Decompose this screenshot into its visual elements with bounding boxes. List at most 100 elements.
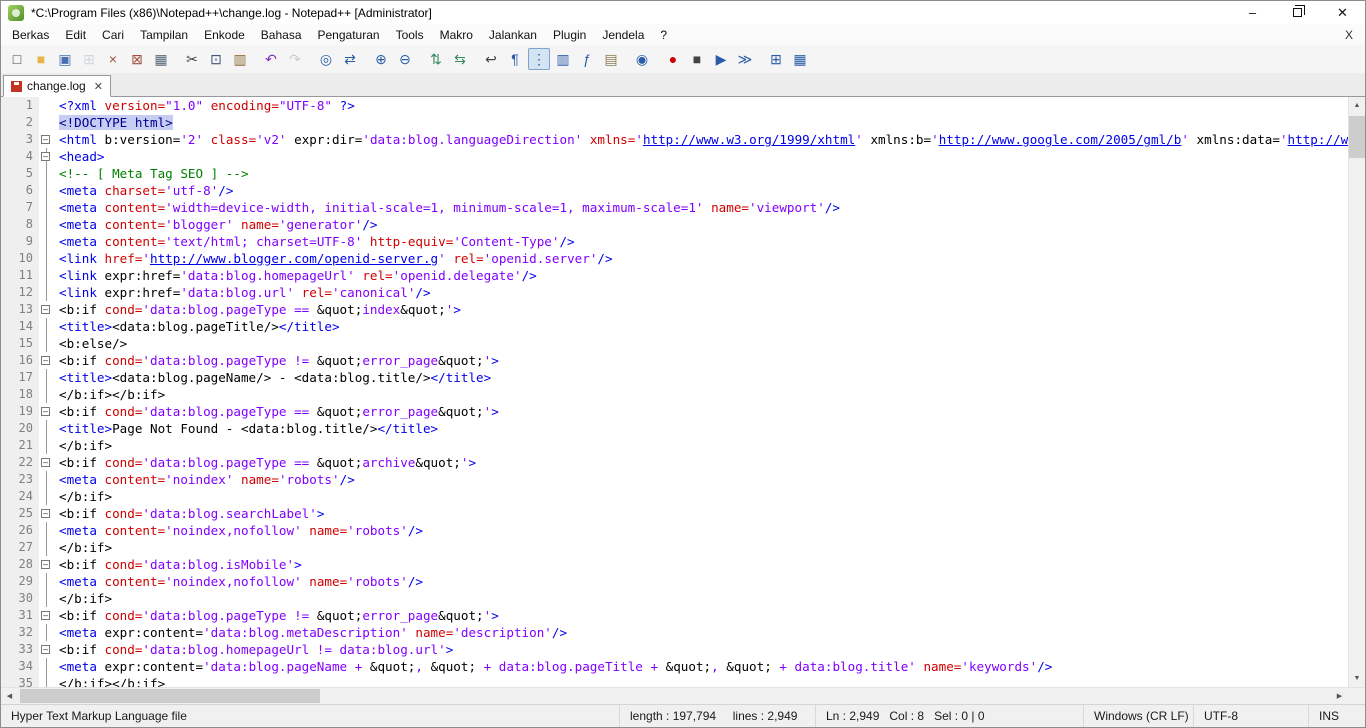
menu-?[interactable]: ? — [652, 26, 675, 44]
line-number: 14 — [18, 319, 33, 333]
tab-close-icon[interactable]: ✕ — [94, 80, 103, 93]
menu-tampilan[interactable]: Tampilan — [132, 26, 196, 44]
vertical-scroll-thumb[interactable] — [1349, 116, 1365, 158]
menu-tools[interactable]: Tools — [388, 26, 432, 44]
close-all-icon[interactable]: ⊠ — [126, 48, 148, 70]
code-line: </b:if></b:if> — [59, 387, 166, 402]
horizontal-scroll-thumb[interactable] — [20, 689, 320, 703]
horizontal-scroll-track[interactable] — [18, 688, 1331, 704]
fold-margin-cell — [39, 97, 54, 114]
minimize-button[interactable]: – — [1230, 1, 1275, 24]
toolbar-separator — [252, 48, 259, 70]
macro-stop-icon[interactable]: ■ — [686, 48, 708, 70]
url-link[interactable]: http://www.w3.org/1999/xhtml — [643, 132, 855, 147]
word-wrap-icon[interactable]: ↩ — [480, 48, 502, 70]
url-link[interactable]: http://www.google.com/2005/gml/data — [1288, 132, 1348, 147]
close-button[interactable]: ✕ — [1320, 1, 1365, 24]
menu-pengaturan[interactable]: Pengaturan — [310, 26, 388, 44]
new-file-icon[interactable]: □ — [6, 48, 28, 70]
menu-enkode[interactable]: Enkode — [196, 26, 253, 44]
status-typing-mode[interactable]: INS — [1308, 705, 1365, 727]
fold-marker[interactable]: – — [41, 611, 50, 620]
scroll-up-arrow[interactable]: ▲ — [1349, 97, 1365, 114]
indent-guide-icon[interactable]: ⋮ — [528, 48, 550, 70]
line-number: 19 — [18, 404, 33, 418]
menu-makro[interactable]: Makro — [432, 26, 481, 44]
fold-margin-cell — [39, 420, 54, 437]
macro-save-icon[interactable]: ⊞ — [765, 48, 787, 70]
sync-vertical-scroll-icon[interactable]: ⇅ — [425, 48, 447, 70]
save-all-icon[interactable]: ⊞ — [78, 48, 100, 70]
menu-cari[interactable]: Cari — [94, 26, 132, 44]
code-line: <meta expr:content='data:blog.metaDescri… — [59, 625, 568, 640]
save-file-icon[interactable]: ▣ — [54, 48, 76, 70]
toolbar-separator — [307, 48, 314, 70]
line-number: 17 — [18, 370, 33, 384]
fold-marker[interactable]: – — [41, 135, 50, 144]
show-all-characters-icon[interactable]: ¶ — [504, 48, 526, 70]
menu-berkas[interactable]: Berkas — [4, 26, 57, 44]
folder-as-workspace-icon[interactable]: ▤ — [600, 48, 622, 70]
function-list-icon[interactable]: ƒ — [576, 48, 598, 70]
scroll-left-arrow[interactable]: ◀ — [1, 688, 18, 704]
macro-run-multiple-icon[interactable]: ≫ — [734, 48, 756, 70]
vertical-scroll-track[interactable] — [1349, 114, 1365, 670]
code-line: <title><data:blog.pageTitle/></title> — [59, 319, 340, 334]
redo-icon[interactable]: ↷ — [284, 48, 306, 70]
paste-icon[interactable]: ▥ — [229, 48, 251, 70]
zoom-in-icon[interactable]: ⊕ — [370, 48, 392, 70]
undo-icon[interactable]: ↶ — [260, 48, 282, 70]
code-line: <!DOCTYPE html> — [59, 115, 173, 130]
toolbar-separator — [654, 48, 661, 70]
macro-record-icon[interactable]: ● — [662, 48, 684, 70]
horizontal-scrollbar[interactable]: ◀ ▶ — [1, 687, 1365, 704]
menu-bahasa[interactable]: Bahasa — [253, 26, 310, 44]
tab-changelog[interactable]: change.log ✕ — [3, 75, 111, 97]
fold-marker[interactable]: – — [41, 509, 50, 518]
document-close-x[interactable]: X — [1333, 28, 1365, 42]
notepadpp-app-icon[interactable] — [8, 4, 24, 21]
url-link[interactable]: http://www.google.com/2005/gml/b — [939, 132, 1182, 147]
tab-label: change.log — [27, 79, 86, 93]
cut-icon[interactable]: ✂ — [181, 48, 203, 70]
copy-icon[interactable]: ⊡ — [205, 48, 227, 70]
fold-marker[interactable]: – — [41, 458, 50, 467]
vertical-scrollbar[interactable]: ▲ ▼ — [1348, 97, 1365, 687]
macro-grid-icon[interactable]: ▦ — [789, 48, 811, 70]
url-link[interactable]: http://www.blogger.com/openid-server.g — [150, 251, 438, 266]
fold-marker[interactable]: – — [41, 407, 50, 416]
monitoring-icon[interactable]: ◉ — [631, 48, 653, 70]
macro-play-icon[interactable]: ▶ — [710, 48, 732, 70]
zoom-out-icon[interactable]: ⊖ — [394, 48, 416, 70]
scroll-right-arrow[interactable]: ▶ — [1331, 688, 1348, 704]
menu-jalankan[interactable]: Jalankan — [481, 26, 545, 44]
document-map-icon[interactable]: ▥ — [552, 48, 574, 70]
tab-bar: change.log ✕ — [1, 73, 1365, 97]
fold-margin-cell: – — [39, 148, 54, 165]
code-line: <meta charset='utf-8'/> — [59, 183, 234, 198]
scroll-down-arrow[interactable]: ▼ — [1349, 670, 1365, 687]
code-line: <b:else/> — [59, 336, 128, 351]
menu-plugin[interactable]: Plugin — [545, 26, 594, 44]
status-eol-format[interactable]: Windows (CR LF) — [1083, 705, 1193, 727]
menu-jendela[interactable]: Jendela — [594, 26, 652, 44]
sync-horizontal-scroll-icon[interactable]: ⇆ — [449, 48, 471, 70]
status-encoding[interactable]: UTF-8 — [1193, 705, 1308, 727]
fold-margin-cell — [39, 250, 54, 267]
line-number: 31 — [18, 608, 33, 622]
restore-button[interactable] — [1275, 1, 1320, 24]
close-file-icon[interactable]: × — [102, 48, 124, 70]
fold-marker[interactable]: – — [41, 645, 50, 654]
fold-marker[interactable]: – — [41, 560, 50, 569]
fold-marker[interactable]: – — [41, 356, 50, 365]
find-icon[interactable]: ◎ — [315, 48, 337, 70]
fold-marker[interactable]: – — [41, 152, 50, 161]
print-icon[interactable]: ▦ — [150, 48, 172, 70]
fold-marker[interactable]: – — [41, 305, 50, 314]
find-replace-icon[interactable]: ⇄ — [339, 48, 361, 70]
menu-edit[interactable]: Edit — [57, 26, 94, 44]
text-area[interactable]: <?xml version="1.0" encoding="UTF-8" ?> <… — [54, 97, 1348, 687]
open-file-icon[interactable]: ■ — [30, 48, 52, 70]
line-number: 21 — [18, 438, 33, 452]
toolbar: □ ■ ▣ ⊞ × ⊠ ▦ ✂ ⊡ ▥ ↶ ↷ ◎ ⇄ ⊕ ⊖ ⇅ ⇆ ↩ ¶ ⋮ ▥ ƒ ▤ ◉ ● ■ ▶ ≫ ⊞ ▦ — [1, 45, 1365, 73]
